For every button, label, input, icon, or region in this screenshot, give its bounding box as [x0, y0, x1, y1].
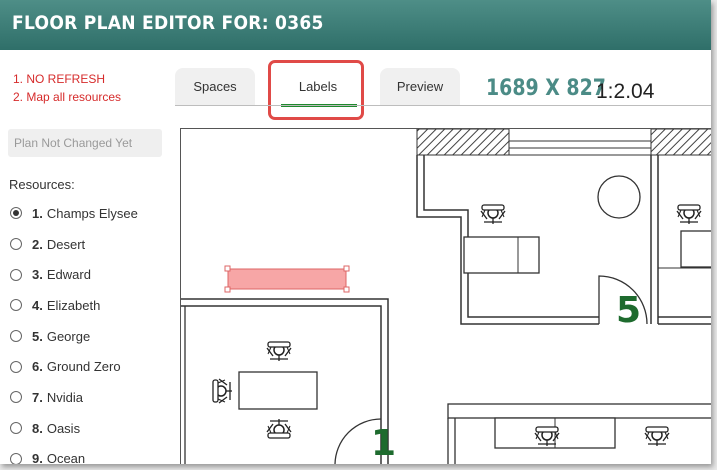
room-label-1[interactable]: 1 [371, 423, 396, 464]
radio-button[interactable] [10, 360, 22, 373]
floor-plan-canvas[interactable]: 5 1 [180, 128, 711, 464]
resource-name: Ocean [46, 451, 86, 464]
resource-number: 3. [32, 267, 43, 283]
radio-button[interactable] [10, 238, 22, 251]
resource-number: 4. [32, 297, 43, 313]
tab-highlight-box [268, 60, 364, 120]
wall-top-hatch-right [650, 129, 711, 156]
wall-room5-inner [423, 155, 599, 318]
resource-item[interactable]: 1. Champs Elysee [10, 198, 138, 229]
radio-button[interactable] [10, 299, 22, 312]
resize-handle[interactable] [224, 286, 231, 293]
header-bar: FLOOR PLAN EDITOR FOR: 0365 [0, 0, 711, 50]
desk-room1 [238, 371, 318, 410]
resource-name: Nvidia [46, 389, 83, 405]
resize-handle[interactable] [224, 265, 231, 272]
editor-window: FLOOR PLAN EDITOR FOR: 0365 1. NO REFRES… [0, 0, 711, 464]
resize-handle[interactable] [343, 265, 350, 272]
chair-right-room [676, 204, 702, 225]
note-map-resources: 2. Map all resources [13, 90, 122, 104]
floor-plan-drawing: 5 1 [181, 129, 711, 464]
chair-room5 [480, 204, 506, 225]
resource-number: 6. [32, 359, 43, 375]
resource-name: Edward [46, 267, 91, 283]
resource-name: Champs Elysee [46, 205, 138, 221]
resource-name: Desert [46, 236, 86, 252]
radio-button[interactable] [10, 422, 22, 435]
resource-number: 8. [32, 420, 43, 436]
resource-item[interactable]: 6. Ground Zero [10, 351, 138, 382]
page-title: FLOOR PLAN EDITOR FOR: 0365 [12, 12, 324, 34]
resource-number: 1. [32, 205, 43, 221]
radio-button[interactable] [10, 330, 22, 343]
radio-button[interactable] [10, 207, 22, 220]
radio-button[interactable] [10, 452, 22, 464]
plan-scale: 1:2.04 [596, 80, 655, 103]
resource-name: Elizabeth [46, 297, 101, 313]
tab-spaces[interactable]: Spaces [175, 68, 255, 106]
selected-label-box[interactable] [227, 268, 347, 290]
resource-item[interactable]: 2. Desert [10, 229, 138, 260]
resource-name: George [46, 328, 91, 344]
room-label-5[interactable]: 5 [616, 290, 641, 331]
plan-size: 1689 X 827 [486, 76, 606, 101]
radio-button[interactable] [10, 268, 22, 281]
tab-preview[interactable]: Preview [380, 68, 460, 106]
plan-dimensions: 1689 X 827 1:2.04 [486, 76, 654, 103]
round-table [597, 175, 641, 219]
desk-right-room [680, 230, 711, 268]
resource-item[interactable]: 5. George [10, 321, 138, 352]
chair-lower-right-2 [644, 426, 670, 447]
plan-status-field: Plan Not Changed Yet [8, 129, 162, 157]
resource-list: 1. Champs Elysee 2. Desert 3. Edward 4. Elizabe… [10, 198, 138, 464]
chair-room1-bottom [266, 418, 292, 439]
resource-item[interactable]: 8. Oasis [10, 413, 138, 444]
resource-name: Ground Zero [46, 359, 121, 375]
radio-button[interactable] [10, 391, 22, 404]
wall-top-hatch-left [416, 129, 510, 156]
notes: 1. NO REFRESH 2. Map all resources [13, 70, 121, 106]
wall-lower-right [447, 403, 711, 419]
resource-number: 2. [32, 236, 43, 252]
resources-label: Resources: [9, 177, 75, 192]
resource-item[interactable]: 9. Ocean [10, 444, 138, 464]
resource-number: 7. [32, 389, 43, 405]
tabs-divider [175, 105, 711, 106]
chair-room1-top [266, 341, 292, 362]
resize-handle[interactable] [343, 286, 350, 293]
resource-number: 9. [32, 451, 43, 464]
resource-item[interactable]: 4. Elizabeth [10, 290, 138, 321]
resource-name: Oasis [46, 420, 81, 436]
resource-number: 5. [32, 328, 43, 344]
note-no-refresh: 1. NO REFRESH [13, 72, 106, 86]
desk-room5 [463, 236, 540, 274]
resource-item[interactable]: 3. Edward [10, 259, 138, 290]
resource-item[interactable]: 7. Nvidia [10, 382, 138, 413]
chair-room1-left [212, 378, 233, 404]
